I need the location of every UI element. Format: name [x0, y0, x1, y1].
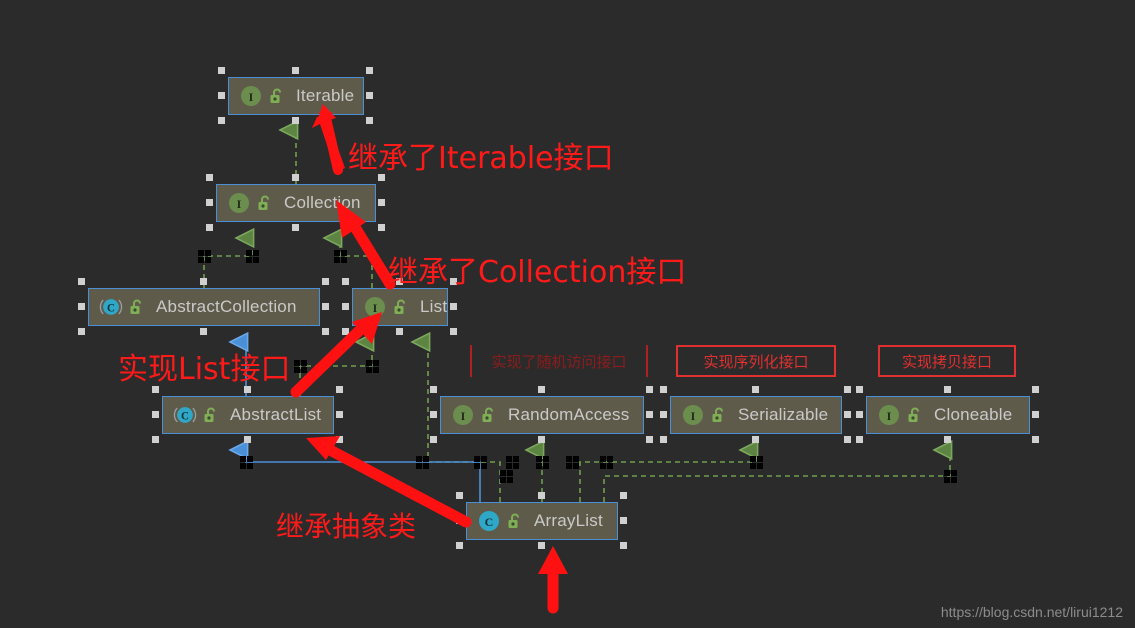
annotation-box-cloneable: 实现拷贝接口: [878, 345, 1016, 377]
annotation-box-serializable: 实现序列化接口: [676, 345, 836, 377]
annotation-arrow-to-iterable: [312, 104, 345, 175]
annotation-inherits-collection: 继承了Collection接口: [388, 255, 687, 290]
annotation-arrow-to-arraylist: [538, 546, 568, 614]
annotation-arrow-to-list: [290, 312, 382, 398]
annotation-arrow-to-collection: [336, 200, 396, 290]
uml-diagram-canvas: I Iterable I Collection C AbstractCollec…: [0, 0, 1135, 628]
annotation-implements-list: 实现List接口: [118, 352, 291, 387]
annotation-box-random-access: 实现了随机访问接口: [470, 345, 648, 377]
annotation-inherits-iterable: 继承了Iterable接口: [348, 141, 614, 176]
watermark-url: https://blog.csdn.net/lirui1212: [940, 604, 1123, 620]
annotation-arrow-layer: [290, 104, 568, 614]
annotation-extends-abstract-class: 继承抽象类: [276, 510, 417, 543]
